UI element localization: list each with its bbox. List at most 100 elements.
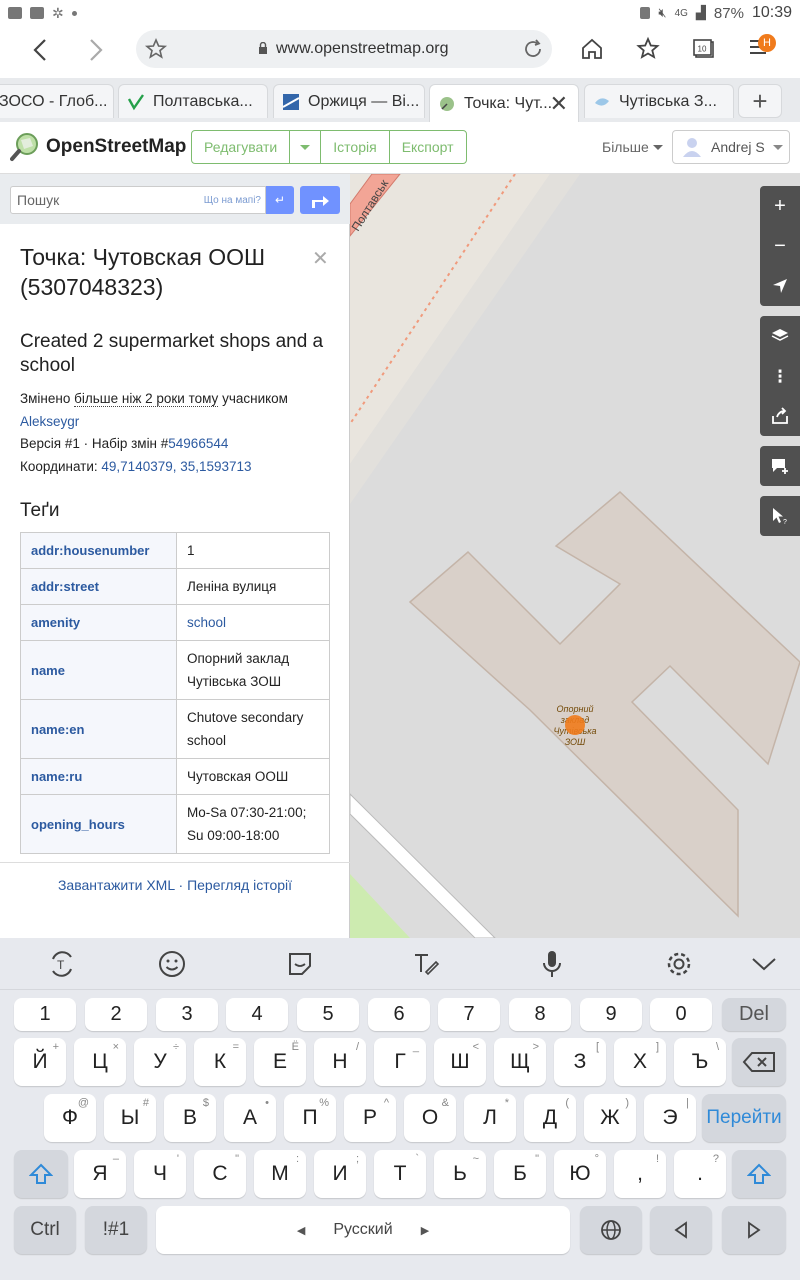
letter-key[interactable]: Б " <box>494 1150 546 1198</box>
letter-key[interactable]: Г _ <box>374 1038 426 1086</box>
osm-logo[interactable]: OpenStreetMap <box>10 132 186 162</box>
selected-marker[interactable] <box>565 715 585 735</box>
shift-key-right[interactable] <box>732 1150 786 1198</box>
zoom-out-button[interactable]: − <box>760 226 800 266</box>
menu-button[interactable]: Н <box>748 34 778 64</box>
close-tab-icon[interactable]: ✕ <box>550 91 568 117</box>
bookmarks-icon[interactable] <box>635 36 661 62</box>
letter-key[interactable]: П% <box>284 1094 336 1142</box>
letter-key[interactable]: Ч ' <box>134 1150 186 1198</box>
letter-key[interactable]: У ÷ <box>134 1038 186 1086</box>
letter-key[interactable]: .? <box>674 1150 726 1198</box>
letter-key[interactable]: О & <box>404 1094 456 1142</box>
edit-button[interactable]: Редагувати <box>192 131 291 163</box>
tab-2[interactable]: Оржиця — Ві... <box>273 84 425 118</box>
tag-key[interactable]: opening_hours <box>20 794 177 854</box>
query-features-button[interactable]: ? <box>760 496 800 536</box>
hide-keyboard-icon[interactable] <box>748 948 780 980</box>
letter-key[interactable]: Ж) <box>584 1094 636 1142</box>
key-6[interactable]: 6 <box>368 998 430 1031</box>
tag-key[interactable]: name:ru <box>20 758 177 795</box>
more-menu[interactable]: Більше <box>602 139 663 155</box>
new-tab-button[interactable]: + <box>738 84 782 118</box>
view-history-link[interactable]: Перегляд історії <box>187 877 292 893</box>
download-xml-link[interactable]: Завантажити XML <box>58 877 175 893</box>
letter-key[interactable]: Й + <box>14 1038 66 1086</box>
map-key-button[interactable]: ⁝ <box>760 356 800 396</box>
user-link[interactable]: Alekseygr <box>20 414 79 429</box>
letter-key[interactable]: Щ > <box>494 1038 546 1086</box>
key-4[interactable]: 4 <box>226 998 288 1031</box>
translate-icon[interactable]: T <box>46 948 78 980</box>
microphone-icon[interactable] <box>536 948 568 980</box>
edit-dropdown-button[interactable] <box>290 131 322 163</box>
key-5[interactable]: 5 <box>297 998 359 1031</box>
delete-key[interactable]: Del <box>722 998 786 1031</box>
tag-key[interactable]: name <box>20 640 177 700</box>
bookmark-star-icon[interactable] <box>144 37 168 61</box>
cursor-right-key[interactable] <box>722 1206 786 1254</box>
coords-link[interactable]: 49,7140379, 35,1593713 <box>101 459 251 474</box>
letter-key[interactable]: К = <box>194 1038 246 1086</box>
letter-key[interactable]: Ш < <box>434 1038 486 1086</box>
emoji-icon[interactable] <box>156 948 188 980</box>
locate-button[interactable] <box>760 266 800 306</box>
letter-key[interactable]: Х] <box>614 1038 666 1086</box>
letter-key[interactable]: Ю ° <box>554 1150 606 1198</box>
key-7[interactable]: 7 <box>438 998 500 1031</box>
space-key[interactable]: ◀ Русский ▶ <box>156 1206 570 1254</box>
letter-key[interactable]: Р ^ <box>344 1094 396 1142</box>
symbols-key[interactable]: !#1 <box>85 1206 147 1254</box>
key-2[interactable]: 2 <box>85 998 147 1031</box>
add-note-button[interactable] <box>760 446 800 486</box>
letter-key[interactable]: ЕЁ <box>254 1038 306 1086</box>
home-icon[interactable] <box>579 36 605 62</box>
key-3[interactable]: 3 <box>156 998 218 1031</box>
letter-key[interactable]: З[ <box>554 1038 606 1086</box>
letter-key[interactable]: Н / <box>314 1038 366 1086</box>
zoom-in-button[interactable]: + <box>760 186 800 226</box>
key-1[interactable]: 1 <box>14 998 76 1031</box>
key-9[interactable]: 9 <box>580 998 642 1031</box>
language-key[interactable] <box>580 1206 642 1254</box>
letter-key[interactable]: Ъ \ <box>674 1038 726 1086</box>
letter-key[interactable]: Э | <box>644 1094 696 1142</box>
changeset-link[interactable]: 54966544 <box>168 436 228 451</box>
history-button[interactable]: Історія <box>321 131 390 163</box>
tag-key[interactable]: addr:housenumber <box>20 532 177 569</box>
tag-key[interactable]: addr:street <box>20 568 177 605</box>
map-view[interactable]: Полтавськ Опорний заклад Чутівська ЗОШ <box>350 174 800 938</box>
letter-key[interactable]: М: <box>254 1150 306 1198</box>
tab-3-active[interactable]: Точка: Чут... ✕ <box>429 84 579 122</box>
letter-key[interactable]: Л * <box>464 1094 516 1142</box>
whats-here-link[interactable]: Що на мапі? <box>204 195 261 206</box>
tab-0[interactable]: ЗОСО - Глоб... <box>0 84 114 118</box>
export-button[interactable]: Експорт <box>390 131 466 163</box>
settings-gear-icon[interactable] <box>663 948 695 980</box>
letter-key[interactable]: Т ` <box>374 1150 426 1198</box>
tabs-icon[interactable]: 10 <box>691 36 717 62</box>
tag-value-link-text[interactable]: school <box>187 615 226 630</box>
cursor-left-key[interactable] <box>650 1206 712 1254</box>
sticker-icon[interactable] <box>284 948 316 980</box>
tag-value-link[interactable]: school <box>176 604 330 641</box>
letter-key[interactable]: И; <box>314 1150 366 1198</box>
letter-key[interactable]: ,! <box>614 1150 666 1198</box>
forward-button[interactable] <box>76 30 116 70</box>
letter-key[interactable]: Д( <box>524 1094 576 1142</box>
letter-key[interactable]: Ы # <box>104 1094 156 1142</box>
key-8[interactable]: 8 <box>509 998 571 1031</box>
directions-button[interactable] <box>300 186 340 214</box>
letter-key[interactable]: Я – <box>74 1150 126 1198</box>
shift-key-left[interactable] <box>14 1150 68 1198</box>
search-input[interactable]: Пошук Що на мапі? <box>10 186 266 214</box>
letter-key[interactable]: Ь ~ <box>434 1150 486 1198</box>
layers-button[interactable] <box>760 316 800 356</box>
letter-key[interactable]: Ф @ <box>44 1094 96 1142</box>
go-key[interactable]: Перейти <box>702 1094 786 1142</box>
back-button[interactable] <box>20 30 60 70</box>
user-menu-button[interactable]: Andrej S <box>672 130 790 164</box>
tab-4[interactable]: Чутівська З... <box>584 84 734 118</box>
backspace-key[interactable] <box>732 1038 786 1086</box>
letter-key[interactable]: В $ <box>164 1094 216 1142</box>
